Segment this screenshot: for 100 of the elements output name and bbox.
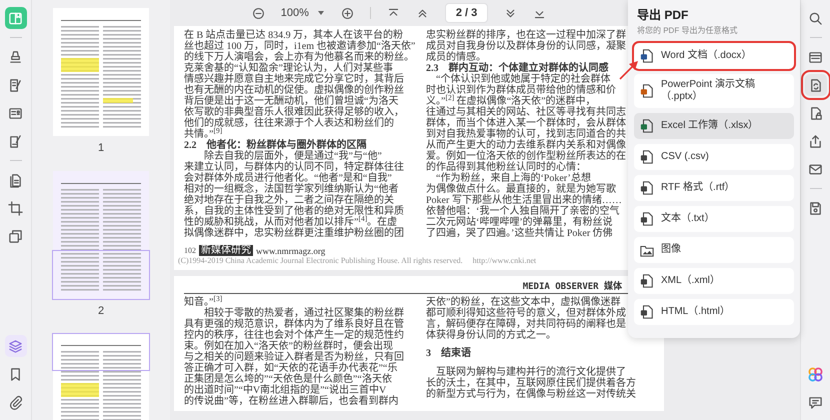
text-line: 言，解码便存在障碍，对共同符码的阐释也是	[426, 319, 626, 330]
table-file-icon	[640, 149, 654, 165]
text-line: 情感兴趣并愿意自主地来完成它分享它时，其背后	[184, 74, 404, 85]
page-thumbnail[interactable]	[53, 8, 149, 136]
zoom-level[interactable]: 100%	[280, 4, 309, 22]
signature-icon	[8, 134, 23, 148]
section-heading: 3 结束语	[426, 348, 471, 359]
text-line: 二次元网站‘哔哩哔哩’的弹幕里，有粉丝说	[426, 217, 613, 228]
text-line: 克莱舍基的“认知盈余”理论认为，人们对某些事	[184, 63, 393, 74]
source-url: http://www.cnki.net	[472, 256, 536, 266]
text-line: 往通过与其相关的网站、社区等寻找有共同志	[426, 107, 626, 118]
floppy-disk-icon	[808, 200, 823, 216]
text-line: 体获得身份认同的方式之一。	[426, 330, 556, 341]
text-line: 相对的一组概念，法国哲学家列维纳斯认为“他者	[184, 184, 398, 195]
bookmark-icon	[8, 366, 23, 382]
caret-icon[interactable]	[316, 9, 325, 17]
text-line: 正集团是怎么垮的”“天依色是什么颜色”“洛天依	[184, 374, 392, 385]
text-line: 从而产生更大的动力去维系群内关系和对偶像	[426, 140, 626, 151]
text-line: 都可顺利得知这些符号的意义，但对群体外成	[426, 308, 626, 319]
text-line: 忠实粉丝群的排序，也在这一过程中加深了群	[426, 30, 626, 41]
text-line: 的新型方式与行为，在偶像与粉丝这一对传统关	[426, 389, 636, 400]
text-line: 为偶像做点什么。最直接的，就是为她写歌	[426, 184, 616, 195]
text-line: 答正确才可入群，如“天依的花语手办代表花”“乐	[184, 363, 398, 374]
export-format-option[interactable]: XML（.xml）	[634, 268, 794, 294]
section-heading: 2.2 他者化：粉丝群体与圈外群体的区隔	[184, 140, 366, 151]
text-line: 时也认识到作为群体成员带给他的情感和价	[426, 85, 616, 96]
search-icon	[808, 10, 823, 26]
book-icon	[8, 10, 23, 26]
zoom-in-icon	[340, 6, 354, 20]
convert-button[interactable]	[804, 74, 826, 96]
page-number-field[interactable]: 2 / 3	[444, 2, 488, 24]
copyright-notice: (C)1994-2019 China Academic Journal Electronic Publishing House. All rights reserved.	[178, 256, 463, 266]
text-line: 与之相关的问题来验证入群者是否为粉丝，只有回	[184, 352, 404, 363]
envelope-icon	[808, 162, 823, 176]
text-line: 来建立认同，与群体内的认同不同，特定群体往往	[184, 162, 404, 173]
text-line: 的线下万人演唱会，会上亦有为他慕名而来的粉丝。	[184, 52, 414, 63]
zoom-out-button[interactable]	[252, 6, 265, 20]
page-thumbnail[interactable]	[53, 170, 149, 298]
panel-subtitle: 将您的 PDF 导出为任意格式	[637, 25, 738, 37]
export-format-option[interactable]: PowerPoint 演示文稿（.pptx）	[634, 74, 794, 108]
panel-title: 导出 PDF	[637, 7, 690, 24]
export-format-option[interactable]: CSV (.csv)	[634, 144, 794, 170]
export-format-option[interactable]: 图像	[634, 237, 794, 263]
next-page-button[interactable]	[504, 6, 518, 20]
text-line: 长的沃土，在其中，互联网原住民们提供着各方	[426, 378, 636, 389]
journal-name: 新媒体研究	[199, 245, 253, 256]
document-icon	[640, 48, 654, 64]
crop-icon	[8, 200, 23, 216]
text-line: 相较于零散的热爱者，通过社区聚集的粉丝群	[204, 308, 404, 319]
text-line: 的传说曲”等，在粉丝进入群聊后，也会看到群内	[184, 396, 398, 407]
text-line: 了四遍，哭了四遍。’这些共情让 Poker 仿佛	[426, 228, 613, 239]
chat-icon	[808, 394, 823, 410]
document-lock-icon	[808, 106, 823, 120]
highlighter-icon	[8, 50, 23, 64]
text-file-icon	[640, 211, 654, 227]
page-number-label: 1	[98, 141, 104, 156]
layers-button[interactable]	[4, 335, 26, 357]
text-line: 在 B 站点击量已达 834.9 万，其本人在该平台的粉	[184, 30, 404, 41]
text-line: 背后便是出于这一无酬动机，他们曾坦诚“为洛天	[184, 96, 398, 107]
next-page-icon	[504, 6, 518, 20]
text-line: 天依”的粉丝，在这些文本中，虚拟偶像迷群	[426, 297, 620, 308]
export-format-option[interactable]: RTF 格式（.rtf）	[634, 175, 794, 201]
zoom-in-button[interactable]	[340, 6, 354, 20]
text-line: 成员对自我身份以及群体身份的认同感，凝聚	[426, 41, 626, 52]
spreadsheet-file-icon	[640, 118, 654, 134]
export-format-option[interactable]: Word 文档（.docx）	[634, 43, 794, 69]
text-line: 的作品得到其他粉丝认同时的心情：	[426, 162, 586, 173]
text-line: 具有更强的规范意识，群体内为了维系良好且在管	[184, 319, 404, 330]
text-line: 会对群体外成员进行他者化。“他者”是和“自我”	[184, 173, 392, 184]
export-format-option[interactable]: HTML（.html）	[634, 299, 794, 325]
page-number: 102	[184, 246, 196, 255]
slides-file-icon	[640, 83, 654, 99]
export-format-option[interactable]: Excel 工作簿（.xlsx）	[634, 113, 794, 139]
share-icon	[808, 134, 823, 148]
flower-icon	[808, 366, 823, 382]
highlight-mark	[103, 98, 133, 103]
text-line: 丝也超过 100 万，同时，i1em 也被邀请参加“洛天依”	[184, 41, 416, 52]
text-line: 互联网为解构与建构并行的流行文化提供了	[436, 367, 626, 378]
text-line: 拟偶像迷群中，忠实粉丝群更注重维护粉丝圈的团	[184, 228, 404, 239]
text-line: “作为粉丝，来自上海的‘Poker’总想	[436, 173, 591, 184]
text-line: 绝对地存在于自我之外，二者之间存在隔绝的关	[184, 195, 394, 206]
pen-page-icon	[8, 78, 23, 92]
zoom-out-icon	[252, 6, 265, 20]
text-file-icon	[640, 180, 654, 196]
text-line: 群体，而当个体进入某一个群体时，会从群体	[426, 118, 626, 129]
export-format-option[interactable]: 文本（.txt）	[634, 206, 794, 232]
text-line: Poker 写下那些从他生活里冒出来的情绪……	[426, 195, 622, 206]
section-heading: 2.3 群内互动：个体建立对群体的认同感	[426, 63, 608, 74]
text-line: 系，自我的主体性受到了他者的绝对无限性和异质	[184, 206, 404, 217]
annotation-arrow	[619, 60, 639, 80]
running-header: MEDIA OBSERVER 媒体	[522, 282, 623, 293]
text-line: “个体认识到他或她属于特定的社会群体	[436, 74, 610, 85]
page-number-label: 2	[98, 304, 104, 318]
overlapping-squares-icon	[8, 228, 23, 244]
pages-icon	[8, 172, 23, 188]
text-line: 义。”$^{[2]}$ 在虚拟偶像“洛天依”的迷群中，	[426, 96, 596, 107]
file-icon	[640, 304, 654, 320]
text-line: 他们的成就感，往往来源于个人表达和粉丝们的	[184, 118, 394, 129]
highlight-mark	[61, 383, 99, 397]
text-line: 也有无酬的内在动机的促使。虚拟偶像的创作粉丝	[184, 85, 404, 96]
